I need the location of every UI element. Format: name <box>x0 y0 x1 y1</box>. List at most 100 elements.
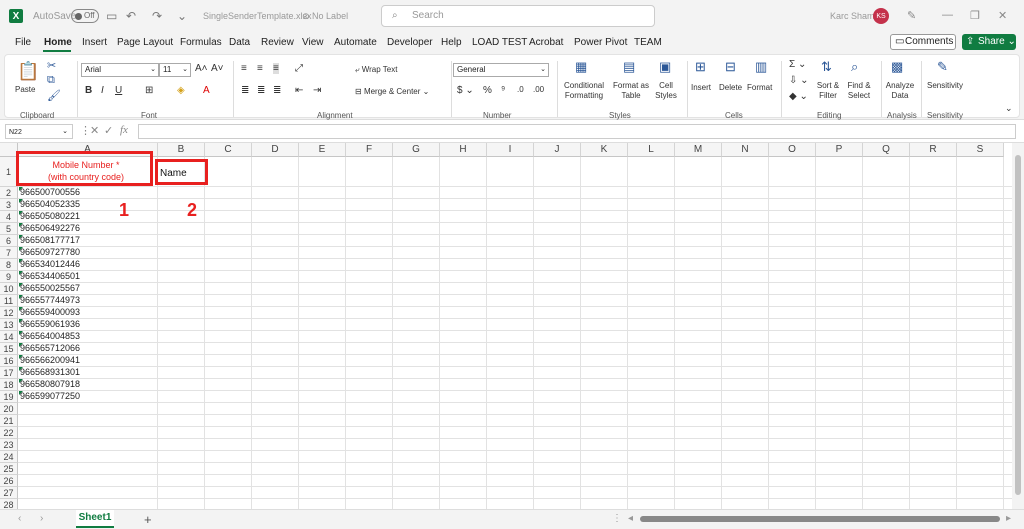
vertical-scrollbar[interactable] <box>1012 143 1024 509</box>
delete-cells-icon[interactable]: ⊟ <box>725 59 736 75</box>
cell-a7[interactable]: 966509727780 <box>20 247 80 257</box>
tab-review[interactable]: Review <box>261 37 294 48</box>
vertical-scroll-thumb[interactable] <box>1015 155 1021 495</box>
horizontal-scroll-thumb[interactable] <box>640 516 1000 522</box>
avatar[interactable]: KS <box>873 8 889 24</box>
column-header-e[interactable]: E <box>299 143 346 157</box>
indent-icon[interactable]: ⇤ <box>295 85 303 96</box>
pen-icon[interactable]: ✎ <box>907 9 916 22</box>
cell-a17[interactable]: 966568931301 <box>20 367 80 377</box>
user-name[interactable]: Karc Sham <box>830 11 875 21</box>
enter-icon[interactable]: ✓ <box>104 124 113 137</box>
comments-button[interactable]: ▭ Comments <box>890 34 956 50</box>
cell-a2[interactable]: 966500700556 <box>20 187 80 197</box>
column-header-n[interactable]: N <box>722 143 769 157</box>
format-as-table-icon[interactable]: ▤ <box>623 59 635 75</box>
tab-view[interactable]: View <box>302 37 324 48</box>
tab-file[interactable]: File <box>15 37 31 48</box>
insert-function-icon[interactable]: fx <box>120 124 128 136</box>
align-top-icon[interactable]: ≡ <box>241 63 247 74</box>
paste-button[interactable]: Paste <box>15 85 35 95</box>
column-header-g[interactable]: G <box>393 143 440 157</box>
conditional-formatting-button[interactable]: Conditional Formatting <box>559 81 609 101</box>
sheet-tab-sheet1[interactable]: Sheet1 <box>76 510 114 528</box>
decrease-font-icon[interactable]: A˅ <box>211 63 224 74</box>
tab-data[interactable]: Data <box>229 37 250 48</box>
font-color-icon[interactable]: A <box>203 85 210 96</box>
format-painter-icon[interactable]: 🖌 <box>47 89 61 102</box>
tab-insert[interactable]: Insert <box>82 37 107 48</box>
column-header-o[interactable]: O <box>769 143 816 157</box>
formula-input[interactable] <box>138 124 1016 139</box>
column-header-s[interactable]: S <box>957 143 1004 157</box>
italic-button[interactable]: I <box>101 85 104 96</box>
wrap-text-button[interactable]: ⤶ Wrap Text <box>355 65 397 75</box>
merge-center-button[interactable]: ⊟ Merge & Center ⌄ <box>355 87 429 97</box>
column-header-d[interactable]: D <box>252 143 299 157</box>
row-header-15[interactable]: 15 <box>0 343 18 355</box>
align-center-icon[interactable]: ≣ <box>257 85 265 96</box>
delete-cells-button[interactable]: Delete <box>719 83 742 93</box>
tab-load-test[interactable]: LOAD TEST <box>472 37 527 48</box>
tab-home[interactable]: Home <box>44 37 72 48</box>
row-header-20[interactable]: 20 <box>0 403 18 415</box>
close-icon[interactable]: ✕ <box>998 9 1007 22</box>
sheet-next-icon[interactable]: › <box>40 513 43 524</box>
column-header-l[interactable]: L <box>628 143 675 157</box>
tab-formulas[interactable]: Formulas <box>180 37 222 48</box>
cell-a8[interactable]: 966534012446 <box>20 259 80 269</box>
undo-icon[interactable]: ↶ <box>126 9 136 23</box>
name-box[interactable]: N22 ⌄ <box>5 124 73 139</box>
row-header-21[interactable]: 21 <box>0 415 18 427</box>
tab-power-pivot[interactable]: Power Pivot <box>574 37 627 48</box>
cell-a3[interactable]: 966504052335 <box>20 199 80 209</box>
cell-styles-button[interactable]: Cell Styles <box>651 81 681 101</box>
bold-button[interactable]: B <box>85 85 92 96</box>
find-select-button[interactable]: Find & Select <box>843 81 875 101</box>
comma-icon[interactable]: ⁹ <box>501 85 505 96</box>
row-header-3[interactable]: 3 <box>0 199 18 211</box>
column-header-m[interactable]: M <box>675 143 722 157</box>
cancel-icon[interactable]: ✕ <box>90 124 99 137</box>
orientation-icon[interactable]: ⤢ <box>295 63 303 74</box>
fill-icon[interactable]: ⇩ ⌄ <box>789 75 809 86</box>
align-middle-icon[interactable]: ≡ <box>257 63 263 74</box>
align-bottom-icon[interactable]: ≡ <box>273 63 279 74</box>
cell-a6[interactable]: 966508177717 <box>20 235 80 245</box>
increase-font-icon[interactable]: A˄ <box>195 63 208 74</box>
autosave-toggle[interactable]: Off <box>71 9 99 23</box>
copy-icon[interactable]: ⧉ <box>47 74 55 87</box>
add-sheet-button[interactable]: + <box>144 512 152 527</box>
format-cells-icon[interactable]: ▥ <box>755 59 767 75</box>
scroll-left-icon[interactable]: ◂ <box>628 513 633 524</box>
tab-team[interactable]: TEAM <box>634 37 662 48</box>
cell-a12[interactable]: 966559400093 <box>20 307 80 317</box>
row-header-27[interactable]: 27 <box>0 487 18 499</box>
sort-filter-button[interactable]: Sort & Filter <box>813 81 843 101</box>
cell-a13[interactable]: 966559061936 <box>20 319 80 329</box>
autosum-icon[interactable]: Σ ⌄ <box>789 59 806 70</box>
conditional-formatting-icon[interactable]: ▦ <box>575 59 587 75</box>
paste-icon[interactable]: 📋 <box>17 61 39 82</box>
collapse-ribbon-icon[interactable]: ⌄ <box>1005 103 1013 114</box>
row-header-23[interactable]: 23 <box>0 439 18 451</box>
increase-decimal-icon[interactable]: .0 <box>517 85 524 94</box>
customize-icon[interactable]: ⌄ <box>177 9 187 23</box>
minimize-icon[interactable]: — <box>942 9 953 21</box>
row-header-9[interactable]: 9 <box>0 271 18 283</box>
column-header-p[interactable]: P <box>816 143 863 157</box>
font-size-select[interactable]: 11 ⌄ <box>159 63 191 77</box>
clear-icon[interactable]: ◆ ⌄ <box>789 91 808 102</box>
cell-a15[interactable]: 966565712066 <box>20 343 80 353</box>
column-header-h[interactable]: H <box>440 143 487 157</box>
cut-icon[interactable]: ✂ <box>47 59 56 72</box>
column-header-c[interactable]: C <box>205 143 252 157</box>
analyze-data-icon[interactable]: ▩ <box>891 59 903 75</box>
cell-a18[interactable]: 966580807918 <box>20 379 80 389</box>
align-right-icon[interactable]: ≣ <box>273 85 281 96</box>
tab-help[interactable]: Help <box>441 37 462 48</box>
row-header-26[interactable]: 26 <box>0 475 18 487</box>
row-header-22[interactable]: 22 <box>0 427 18 439</box>
spreadsheet-grid[interactable]: A B C D E F G H I J K L M N O P Q R S 1 2 3 4 5 6 7 8 9 10 11 12 13 14 15… <box>0 143 1012 509</box>
sensitivity-icon[interactable]: ✎ <box>937 59 948 75</box>
